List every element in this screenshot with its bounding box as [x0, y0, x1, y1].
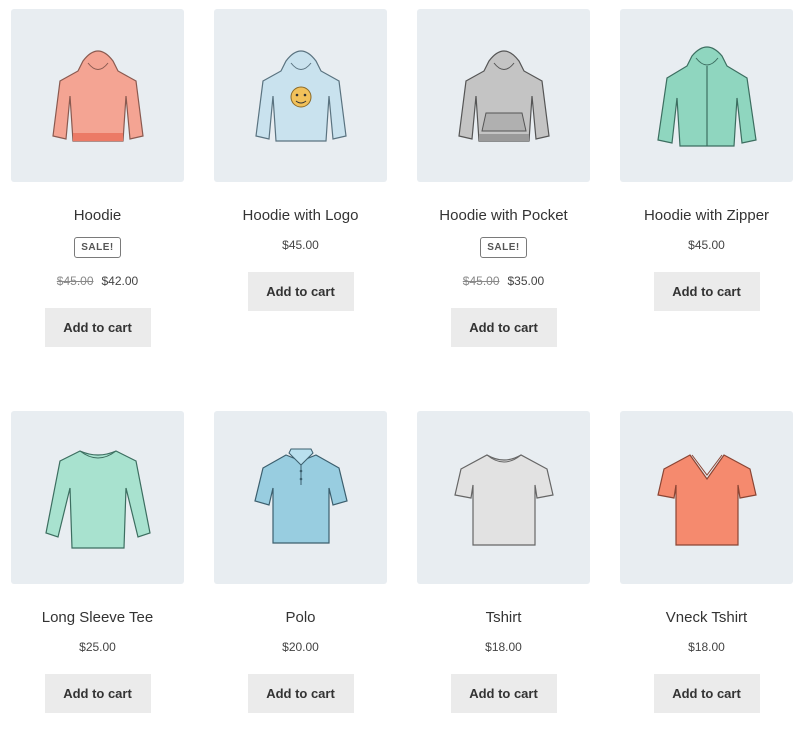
product-image[interactable]: [214, 411, 387, 584]
product-price: $45.00: [620, 238, 793, 252]
product-image[interactable]: [620, 9, 793, 182]
product-price: $18.00: [417, 640, 590, 654]
product-price: $18.00: [620, 640, 793, 654]
current-price: $18.00: [485, 640, 522, 654]
product-image[interactable]: [11, 9, 184, 182]
product-card: Vneck Tshirt $18.00 Add to cart: [620, 411, 793, 713]
add-to-cart-button[interactable]: Add to cart: [450, 308, 557, 347]
current-price: $45.00: [688, 238, 725, 252]
product-title[interactable]: Tshirt: [417, 609, 590, 627]
product-card: Hoodie with Logo $45.00 Add to cart: [214, 9, 387, 311]
hoodie-icon: [51, 49, 144, 142]
old-price: $45.00: [462, 274, 500, 288]
product-title[interactable]: Long Sleeve Tee: [11, 609, 184, 627]
add-to-cart-button[interactable]: Add to cart: [44, 308, 151, 347]
hoodie-logo-icon: [254, 49, 347, 142]
old-price: $45.00: [56, 274, 94, 288]
product-price: $45.00: [214, 238, 387, 252]
current-price: $18.00: [688, 640, 725, 654]
product-card: Polo $20.00 Add to cart: [214, 411, 387, 713]
current-price: $25.00: [79, 640, 116, 654]
product-card: Hoodie SALE! $45.00 $42.00 Add to cart: [11, 9, 184, 347]
product-title[interactable]: Hoodie with Logo: [214, 207, 387, 225]
vneck-tshirt-icon: [656, 453, 757, 546]
product-image[interactable]: [620, 411, 793, 584]
hoodie-pocket-icon: [457, 49, 550, 142]
product-card: Tshirt $18.00 Add to cart: [417, 411, 590, 713]
current-price: $35.00: [507, 274, 545, 288]
product-price: $45.00 $35.00: [417, 274, 590, 288]
add-to-cart-button[interactable]: Add to cart: [247, 674, 354, 713]
product-image[interactable]: [214, 9, 387, 182]
add-to-cart-button[interactable]: Add to cart: [44, 674, 151, 713]
product-image[interactable]: [417, 411, 590, 584]
hoodie-zipper-icon: [656, 46, 757, 147]
product-price: $20.00: [214, 640, 387, 654]
current-price: $42.00: [101, 274, 139, 288]
product-image[interactable]: [417, 9, 590, 182]
product-title[interactable]: Hoodie with Zipper: [620, 207, 793, 225]
tshirt-icon: [453, 453, 554, 546]
sale-badge: SALE!: [74, 237, 121, 258]
sale-badge: SALE!: [480, 237, 527, 258]
current-price: $20.00: [282, 640, 319, 654]
product-title[interactable]: Vneck Tshirt: [620, 609, 793, 627]
product-image[interactable]: [11, 411, 184, 584]
product-title[interactable]: Hoodie: [11, 207, 184, 225]
product-price: $45.00 $42.00: [11, 274, 184, 288]
add-to-cart-button[interactable]: Add to cart: [247, 272, 354, 311]
product-card: Long Sleeve Tee $25.00 Add to cart: [11, 411, 184, 713]
add-to-cart-button[interactable]: Add to cart: [450, 674, 557, 713]
product-title[interactable]: Hoodie with Pocket: [417, 207, 590, 225]
product-card: Hoodie with Pocket SALE! $45.00 $35.00 Ad…: [417, 9, 590, 347]
product-card: Hoodie with Zipper $45.00 Add to cart: [620, 9, 793, 311]
add-to-cart-button[interactable]: Add to cart: [653, 674, 760, 713]
product-price: $25.00: [11, 640, 184, 654]
long-sleeve-tee-icon: [44, 449, 151, 549]
product-title[interactable]: Polo: [214, 609, 387, 627]
polo-icon: [253, 448, 348, 544]
add-to-cart-button[interactable]: Add to cart: [653, 272, 760, 311]
current-price: $45.00: [282, 238, 319, 252]
